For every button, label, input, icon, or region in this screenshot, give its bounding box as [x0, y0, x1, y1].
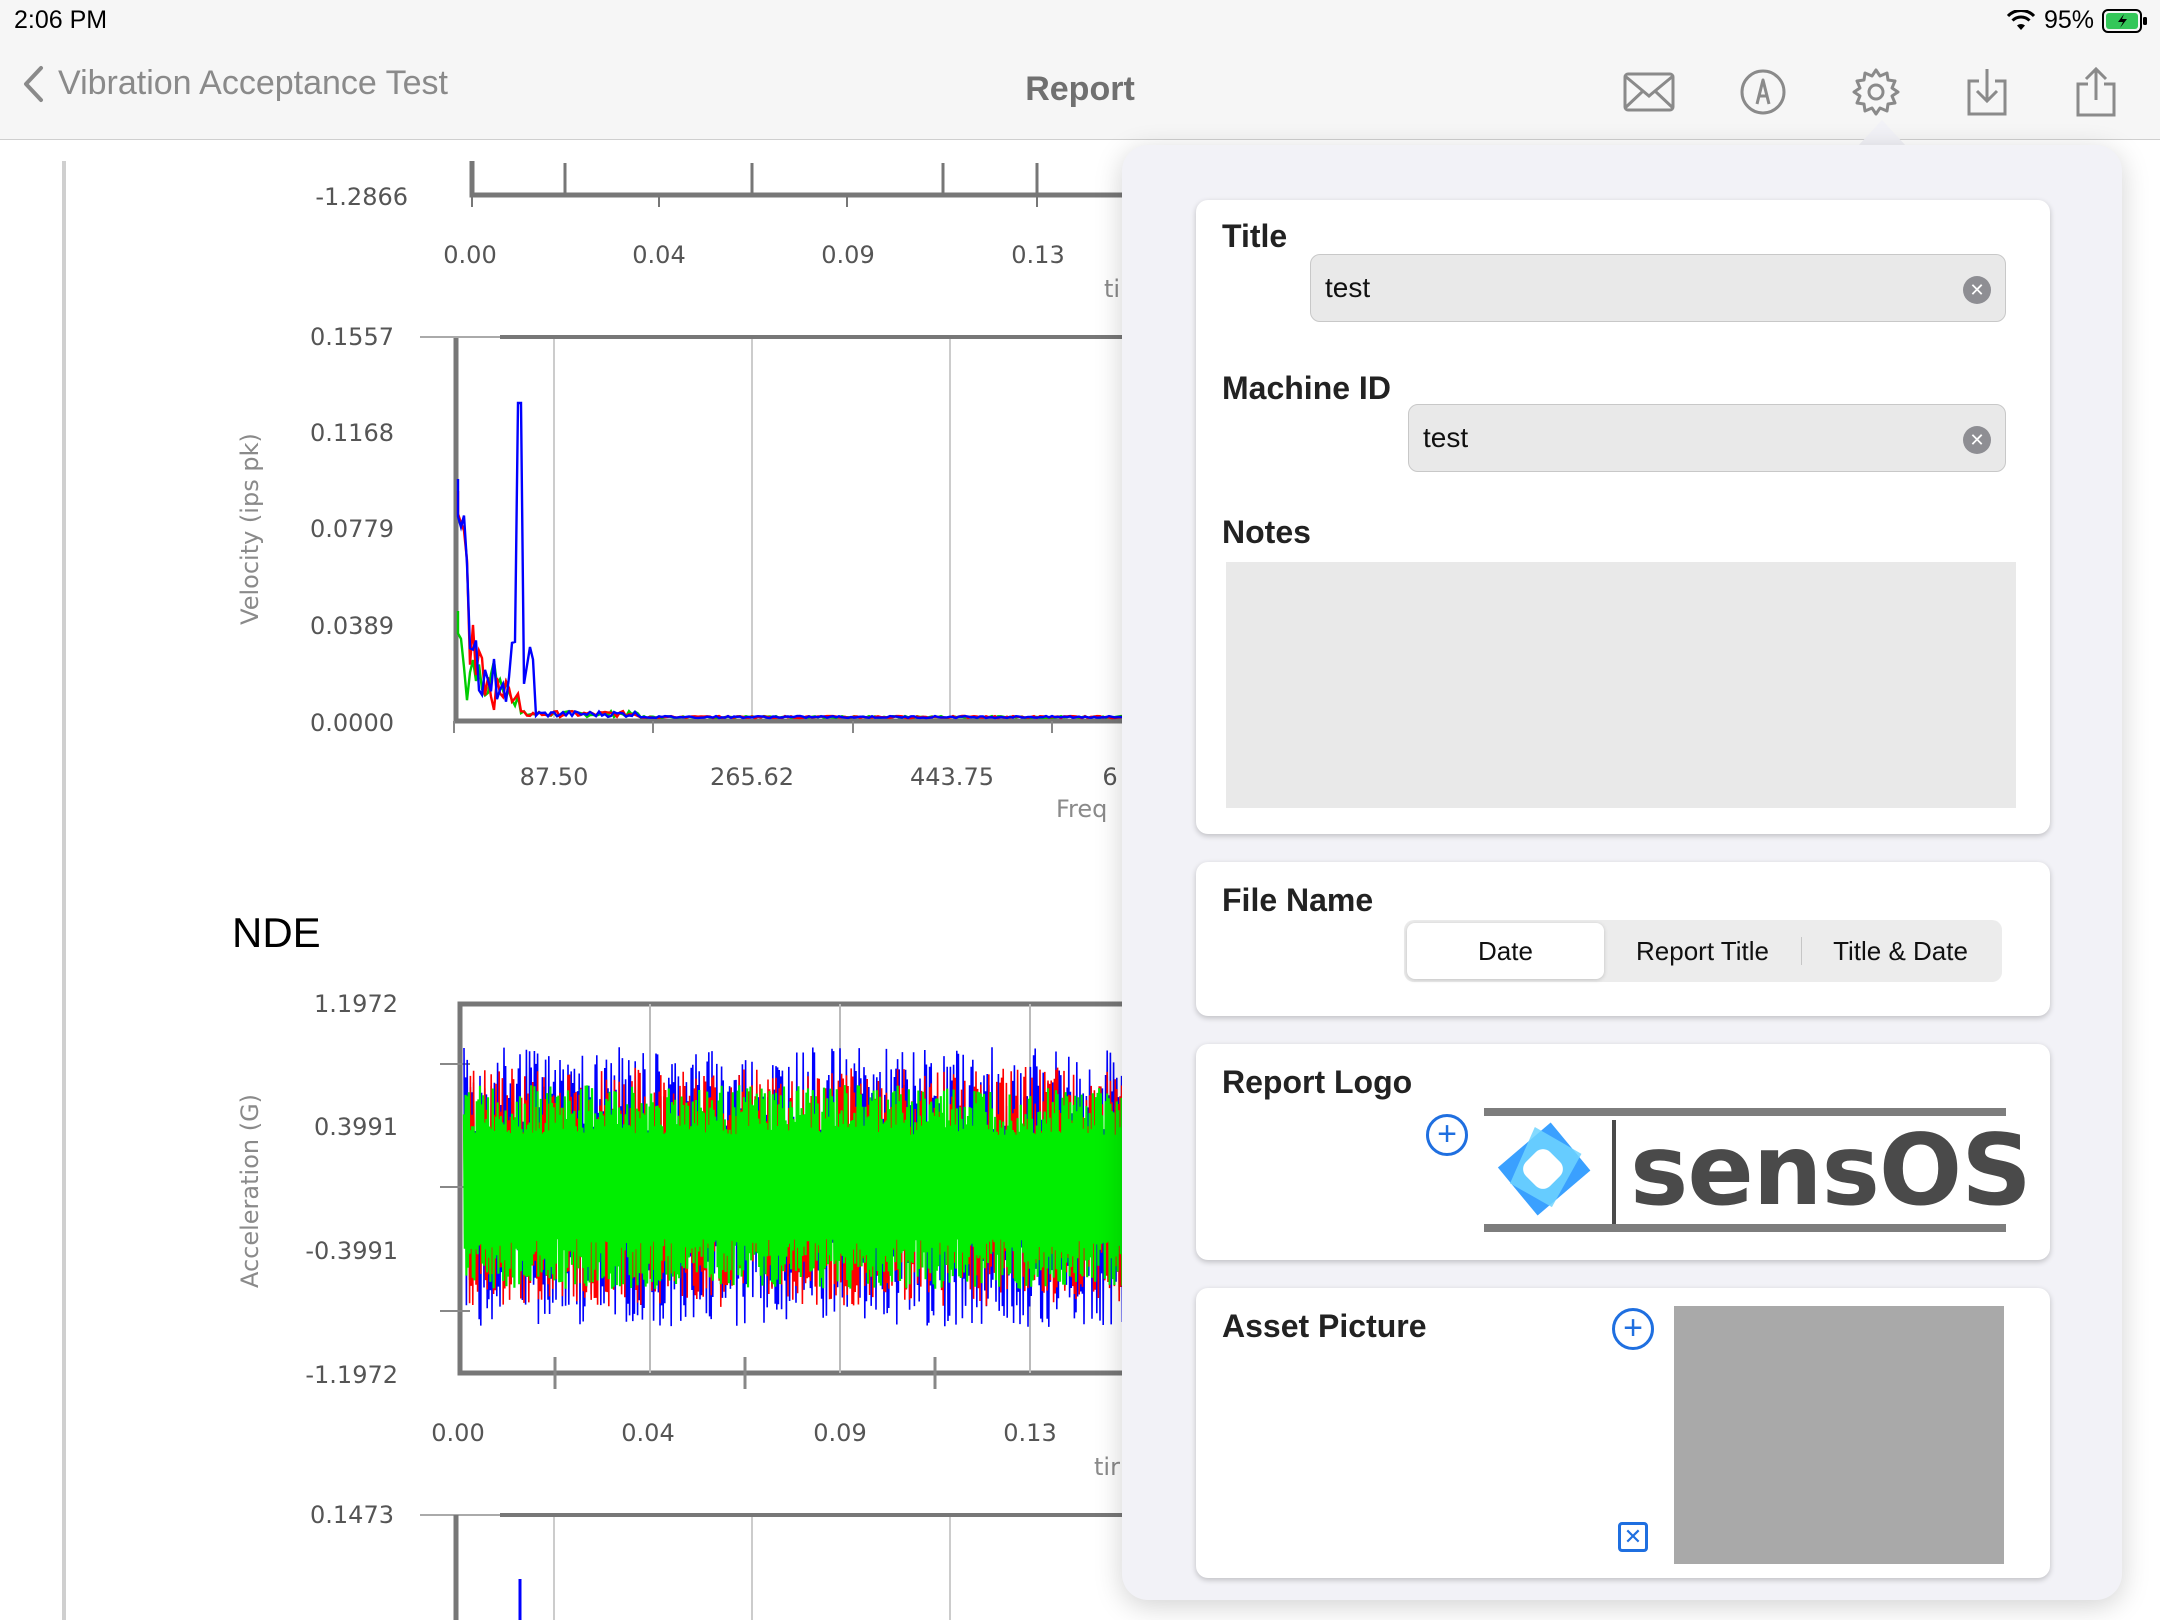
notes-field[interactable] [1226, 562, 2016, 808]
markup-button[interactable] [1733, 62, 1793, 122]
asset-picture-label: Asset Picture [1222, 1308, 1427, 1344]
download-button[interactable] [1957, 62, 2017, 122]
report-logo-image[interactable]: sensOS [1484, 1108, 2032, 1232]
chart1-y-tick: 0.0000 [310, 709, 394, 737]
logo-wordmark: sensOS [1630, 1114, 2032, 1228]
status-right: 95% [2006, 6, 2148, 35]
chart1-y-label: Velocity (ips pk) [236, 433, 264, 625]
chart2-y-tick: -1.1972 [305, 1361, 398, 1389]
logo-bar-bottom [1484, 1224, 2006, 1232]
chart0-x-tick: 0.13 [1011, 241, 1064, 269]
sensos-logo-icon [1497, 1122, 1591, 1216]
title-value: test [1325, 272, 1371, 303]
details-card: Title test ✕ Machine ID test ✕ Notes [1196, 200, 2050, 834]
battery-percent: 95% [2043, 6, 2094, 34]
add-asset-picture-icon[interactable]: + [1612, 1308, 1654, 1350]
battery-icon [2102, 8, 2147, 33]
toolbar [0, 62, 2160, 122]
chart2-x-tick: 0.13 [1003, 1419, 1056, 1447]
segment-report-title[interactable]: Report Title [1604, 923, 1801, 979]
file-name-label: File Name [1222, 882, 1374, 918]
machine-id-label: Machine ID [1222, 370, 1391, 406]
chart1-y-tick: 0.0389 [310, 612, 394, 640]
chart2-y-label: Acceleration (G) [236, 1094, 264, 1288]
download-icon [1967, 69, 2007, 116]
chart1-x-label: Freq [1056, 795, 1107, 823]
chart1-y-tick: 0.0779 [310, 515, 394, 543]
asset-picture-card: Asset Picture + ✕ [1196, 1288, 2050, 1578]
chart1-y-tick: 0.1168 [310, 419, 394, 447]
status-time: 2:06 PM [14, 6, 108, 34]
file-name-segmented-control: Date Report Title Title & Date [1404, 920, 2002, 982]
title-field[interactable]: test ✕ [1310, 254, 2006, 322]
chart1-x-tick: 443.75 [910, 763, 994, 791]
logo-separator [1612, 1120, 1616, 1224]
mail-button[interactable] [1619, 62, 1679, 122]
remove-asset-picture-icon[interactable]: ✕ [1618, 1522, 1648, 1552]
clear-title-icon[interactable]: ✕ [1963, 276, 1991, 304]
notes-label: Notes [1222, 514, 1311, 550]
mail-icon [1623, 72, 1675, 112]
add-logo-icon[interactable]: + [1426, 1114, 1468, 1156]
navigation-bar: Vibration Acceptance Test Report [0, 40, 2160, 140]
chart1-series-blue [456, 401, 1140, 720]
chart0-axis [469, 161, 1140, 198]
chart0-x-tick: 0.00 [443, 241, 496, 269]
chart2-y-tick: 1.1972 [314, 990, 398, 1018]
settings-button[interactable] [1846, 62, 1906, 122]
chart2-x-tick: 0.04 [621, 1419, 674, 1447]
chart0-x-tick: 0.04 [632, 241, 685, 269]
chart0-x-label: ti [1104, 275, 1120, 303]
file-name-card: File Name Date Report Title Title & Date [1196, 862, 2050, 1016]
chart1-axis [453, 337, 1140, 724]
chart1-series-green [456, 611, 1140, 720]
machine-id-field[interactable]: test ✕ [1408, 404, 2006, 472]
report-preview[interactable]: NDE -1.2866 0.00 0.04 0.09 0.13 ti 0.1557 0.116… [0, 141, 1140, 1620]
share-button[interactable] [2066, 62, 2126, 122]
markup-icon [1740, 69, 1786, 115]
machine-id-value: test [1423, 422, 1469, 453]
chart1-x-tick: 265.62 [710, 763, 794, 791]
segment-date[interactable]: Date [1407, 923, 1604, 979]
clear-machine-id-icon[interactable]: ✕ [1963, 426, 1991, 454]
chart2-y-tick: 0.3991 [314, 1113, 398, 1141]
report-charts: -1.2866 0.00 0.04 0.09 0.13 ti 0.1557 0.1168 0.0… [236, 161, 1140, 1620]
chart1-x-tick: 6 [1102, 763, 1117, 791]
chart2-x-label: tir [1094, 1453, 1120, 1481]
title-label: Title [1222, 218, 1288, 254]
chart2-y-tick: -0.3991 [305, 1237, 398, 1265]
chart2-x-tick: 0.00 [431, 1419, 484, 1447]
chart1-series-red [456, 491, 1140, 720]
popover-arrow [1858, 120, 1906, 146]
chart3-y-tick: 0.1473 [310, 1501, 394, 1529]
wifi-icon [2006, 9, 2036, 30]
report-logo-card: Report Logo + sensOS [1196, 1044, 2050, 1260]
status-bar: 2:06 PM 95% [0, 0, 2160, 40]
chart0-y-tick: -1.2866 [315, 183, 408, 211]
asset-picture-placeholder[interactable] [1674, 1306, 2004, 1564]
chart1-x-tick: 87.50 [520, 763, 589, 791]
chart2-x-tick: 0.09 [813, 1419, 866, 1447]
chart0-x-tick: 0.09 [821, 241, 874, 269]
share-icon [2076, 66, 2116, 117]
chart1-y-tick: 0.1557 [310, 323, 394, 351]
segment-title-and-date[interactable]: Title & Date [1802, 923, 1999, 979]
report-logo-label: Report Logo [1222, 1064, 1413, 1100]
gear-icon [1852, 68, 1900, 116]
